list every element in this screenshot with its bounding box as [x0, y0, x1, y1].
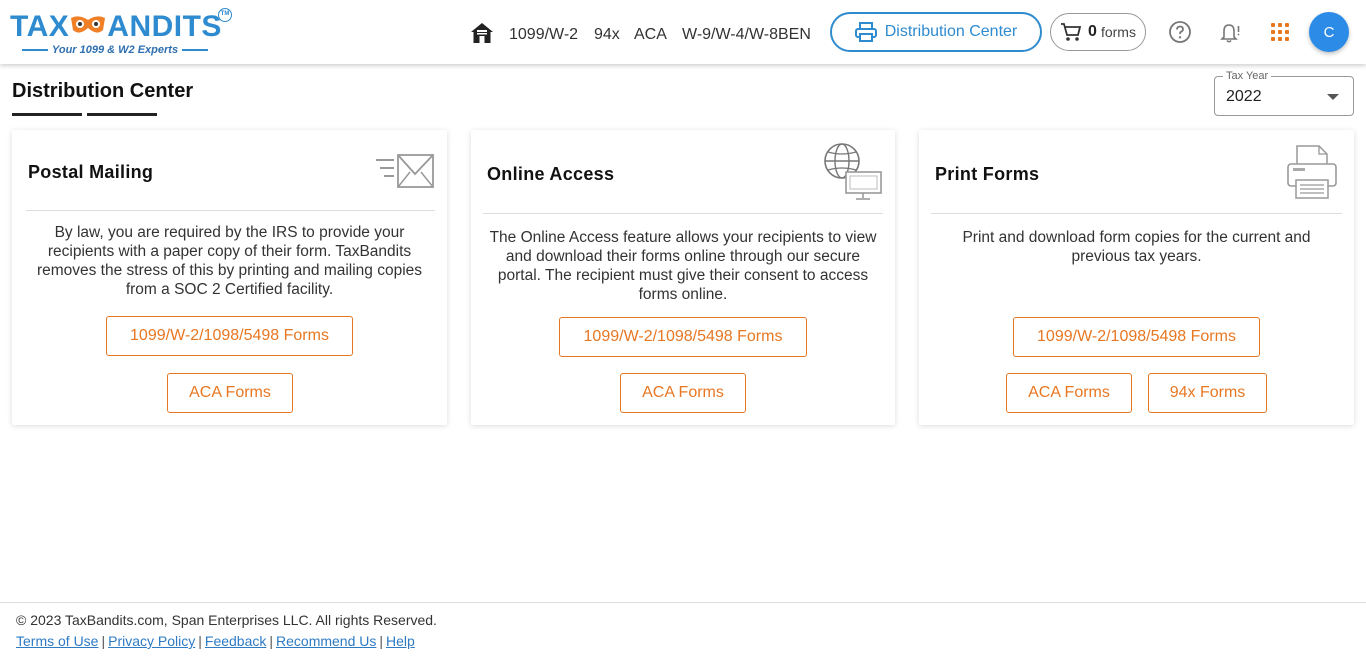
- card-divider: [931, 213, 1342, 214]
- tax-year-select[interactable]: Tax Year 2022: [1214, 70, 1354, 116]
- link-separator: |: [198, 633, 202, 649]
- copyright-text: © 2023 TaxBandits.com, Span Enterprises …: [16, 612, 437, 628]
- cart-label: forms: [1100, 24, 1136, 40]
- online-1099-w2-1098-5498-forms-button[interactable]: 1099/W-2/1098/5498 Forms: [559, 317, 807, 357]
- print-94x-forms-button[interactable]: 94x Forms: [1148, 373, 1267, 413]
- card-divider: [26, 210, 435, 211]
- nav-link-aca[interactable]: ACA: [634, 26, 667, 44]
- home-icon[interactable]: [470, 22, 494, 44]
- help-link[interactable]: Help: [386, 633, 415, 649]
- user-avatar[interactable]: C: [1309, 12, 1349, 52]
- page-footer: © 2023 TaxBandits.com, Span Enterprises …: [0, 602, 1366, 657]
- print-aca-forms-button[interactable]: ACA Forms: [1006, 373, 1132, 413]
- card-title: Print Forms: [935, 164, 1040, 184]
- trademark-symbol: TM: [218, 8, 232, 22]
- logo-text-left: TAX: [10, 10, 70, 43]
- mail-envelope-icon: [376, 154, 434, 188]
- online-aca-forms-button[interactable]: ACA Forms: [620, 373, 746, 413]
- card-description: The Online Access feature allows your re…: [489, 229, 877, 303]
- printer-icon: [1287, 145, 1337, 199]
- printer-icon: [854, 22, 877, 42]
- card-divider: [483, 213, 883, 214]
- dropdown-caret-icon: [1327, 94, 1339, 100]
- tax-year-value: 2022: [1226, 88, 1262, 105]
- online-access-card: Online Access The Online Access feature …: [471, 130, 895, 425]
- postal-1099-w2-1098-5498-forms-button[interactable]: 1099/W-2/1098/5498 Forms: [106, 316, 353, 356]
- link-separator: |: [101, 633, 106, 649]
- card-title: Postal Mailing: [28, 162, 154, 182]
- tax-year-label: Tax Year: [1223, 70, 1272, 82]
- feedback-link[interactable]: Feedback: [205, 633, 266, 649]
- cart-icon: [1061, 23, 1082, 41]
- privacy-policy-link[interactable]: Privacy Policy: [108, 633, 195, 649]
- cart-button[interactable]: 0 forms: [1050, 13, 1146, 51]
- print-forms-card: Print Forms Print and download form copi…: [919, 130, 1354, 425]
- logo-text-right: ANDITS: [107, 10, 222, 43]
- nav-link-94x[interactable]: 94x: [594, 26, 620, 44]
- link-separator: |: [269, 633, 274, 649]
- globe-monitor-icon: [824, 143, 882, 200]
- logo-wordmark: TAX ANDITS: [10, 10, 222, 44]
- taxbandits-logo[interactable]: TAX ANDITS TM Your 1099 & W2 Experts: [10, 6, 235, 58]
- logo-tagline-text: Your 1099 & W2 Experts: [51, 44, 179, 56]
- notification-bell-icon[interactable]: [1218, 20, 1242, 44]
- nav-link-w9-w4-w8ben[interactable]: W-9/W-4/W-8BEN: [682, 26, 811, 44]
- distribution-center-button[interactable]: Distribution Center: [830, 12, 1042, 52]
- logo-tagline: Your 1099 & W2 Experts: [10, 44, 220, 56]
- postal-aca-forms-button[interactable]: ACA Forms: [167, 373, 293, 413]
- help-icon[interactable]: [1168, 20, 1192, 44]
- postal-mailing-card: Postal Mailing By law, you are required …: [12, 130, 447, 425]
- terms-of-use-link[interactable]: Terms of Use: [16, 633, 98, 649]
- nav-link-1099-w2[interactable]: 1099/W-2: [509, 26, 578, 44]
- owl-mask-icon: [69, 10, 107, 44]
- footer-links: Terms of Use | Privacy Policy | Feedback | Rec…: [16, 633, 415, 649]
- cart-count: 0: [1088, 23, 1097, 40]
- recommend-us-link[interactable]: Recommend Us: [276, 633, 376, 649]
- top-header: TAX ANDITS TM Your 1099 & W2 Experts 109…: [0, 0, 1366, 64]
- card-description: Print and download form copies for the c…: [962, 229, 1311, 265]
- card-title: Online Access: [487, 164, 615, 184]
- card-description: By law, you are required by the IRS to p…: [36, 224, 423, 298]
- title-underline-left: [12, 113, 82, 116]
- link-separator: |: [379, 633, 384, 649]
- print-1099-w2-1098-5498-forms-button[interactable]: 1099/W-2/1098/5498 Forms: [1013, 317, 1260, 357]
- apps-grid-icon[interactable]: [1268, 20, 1292, 44]
- page-title: Distribution Center: [12, 80, 194, 102]
- distribution-center-label: Distribution Center: [884, 23, 1018, 40]
- title-underline-right: [87, 113, 157, 116]
